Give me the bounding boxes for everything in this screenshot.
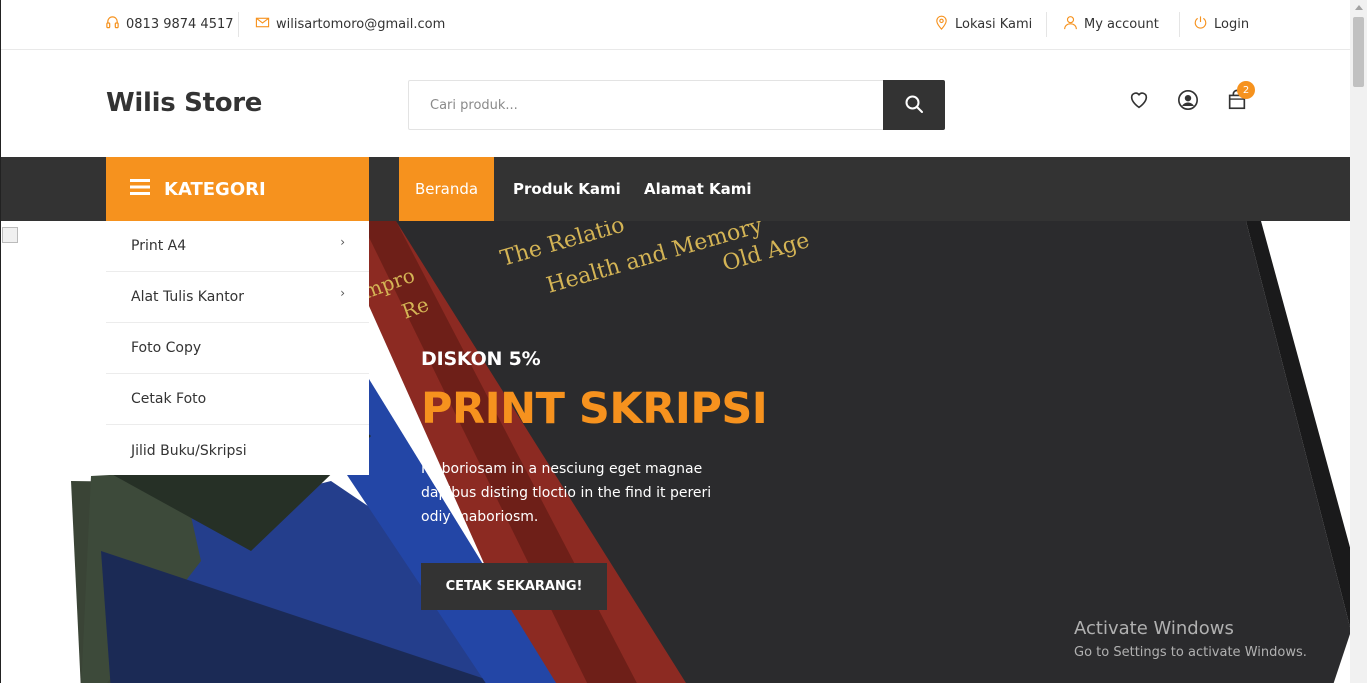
search-bar (408, 80, 945, 130)
category-item-jilid-buku-skripsi[interactable]: Jilid Buku/Skripsi (106, 425, 369, 476)
nav-produk-kami[interactable]: Produk Kami (513, 157, 621, 221)
watermark-title: Activate Windows (1074, 618, 1234, 639)
divider (1046, 12, 1047, 37)
cart-count-badge: 2 (1237, 81, 1255, 99)
my-account-link[interactable]: My account (1063, 0, 1159, 49)
map-pin-icon (934, 15, 949, 34)
location-link[interactable]: Lokasi Kami (934, 0, 1032, 49)
hero-headline: PRINT SKRIPSI (421, 384, 768, 434)
divider (238, 12, 239, 37)
hero-description: Maboriosam in a nesciung eget magnae dap… (421, 461, 712, 525)
scroll-up-arrow-icon[interactable] (1355, 5, 1363, 10)
category-item-label: Foto Copy (131, 340, 202, 356)
broken-image-icon (2, 227, 18, 243)
power-icon (1193, 15, 1208, 34)
search-button[interactable] (883, 80, 945, 130)
nav-alamat-kami[interactable]: Alamat Kami (644, 157, 752, 221)
cetak-sekarang-button[interactable]: CETAK SEKARANG! (421, 563, 607, 610)
phone-number: 0813 9874 4517 (126, 17, 234, 32)
category-toggle[interactable]: KATEGORI (106, 157, 369, 221)
chevron-right-icon: › (340, 235, 345, 249)
user-circle-icon (1177, 89, 1199, 115)
user-icon (1063, 15, 1078, 34)
category-item-label: Alat Tulis Kantor (131, 289, 245, 305)
divider (1179, 12, 1180, 37)
category-item-label: Cetak Foto (131, 391, 207, 407)
heart-icon (1128, 89, 1150, 115)
page: 0813 9874 4517 wilisartomoro@gmail.com L… (0, 0, 1350, 683)
category-item-label: Jilid Buku/Skripsi (131, 442, 247, 459)
nav-beranda[interactable]: Beranda (399, 157, 494, 221)
vertical-scrollbar[interactable] (1350, 0, 1367, 683)
category-item-alat-tulis-kantor[interactable]: Alat Tulis Kantor › (106, 272, 369, 323)
watermark-subtitle: Go to Settings to activate Windows. (1074, 645, 1307, 660)
category-label: KATEGORI (164, 178, 266, 200)
top-bar: 0813 9874 4517 wilisartomoro@gmail.com L… (1, 0, 1350, 50)
category-menu: Print A4 › Alat Tulis Kantor › Foto Copy… (106, 221, 369, 475)
envelope-icon (255, 15, 270, 34)
category-item-print-a4[interactable]: Print A4 › (106, 221, 369, 272)
chevron-right-icon: › (340, 286, 345, 300)
login-label: Login (1214, 17, 1250, 32)
header: Wilis Store 2 (1, 50, 1350, 157)
wishlist-button[interactable] (1127, 90, 1151, 114)
email-contact[interactable]: wilisartomoro@gmail.com (255, 0, 445, 49)
my-account-label: My account (1084, 17, 1159, 32)
category-item-cetak-foto[interactable]: Cetak Foto (106, 374, 369, 425)
search-icon (904, 94, 924, 117)
phone-contact[interactable]: 0813 9874 4517 (105, 0, 234, 49)
hero-discount: DISKON 5% (421, 348, 541, 370)
login-link[interactable]: Login (1193, 0, 1249, 49)
category-item-label: Print A4 (131, 238, 187, 254)
category-item-foto-copy[interactable]: Foto Copy (106, 323, 369, 374)
search-input[interactable] (409, 81, 883, 129)
scrollbar-thumb[interactable] (1353, 17, 1364, 87)
main-navbar: KATEGORI Beranda Produk Kami Alamat Kami (1, 157, 1350, 221)
hamburger-icon (130, 178, 150, 200)
windows-activation-watermark: Activate Windows Go to Settings to activ… (1074, 618, 1307, 660)
store-logo[interactable]: Wilis Store (106, 88, 262, 118)
location-label: Lokasi Kami (955, 17, 1033, 32)
account-button[interactable] (1176, 90, 1200, 114)
headset-icon (105, 15, 120, 34)
email-address: wilisartomoro@gmail.com (276, 17, 446, 32)
